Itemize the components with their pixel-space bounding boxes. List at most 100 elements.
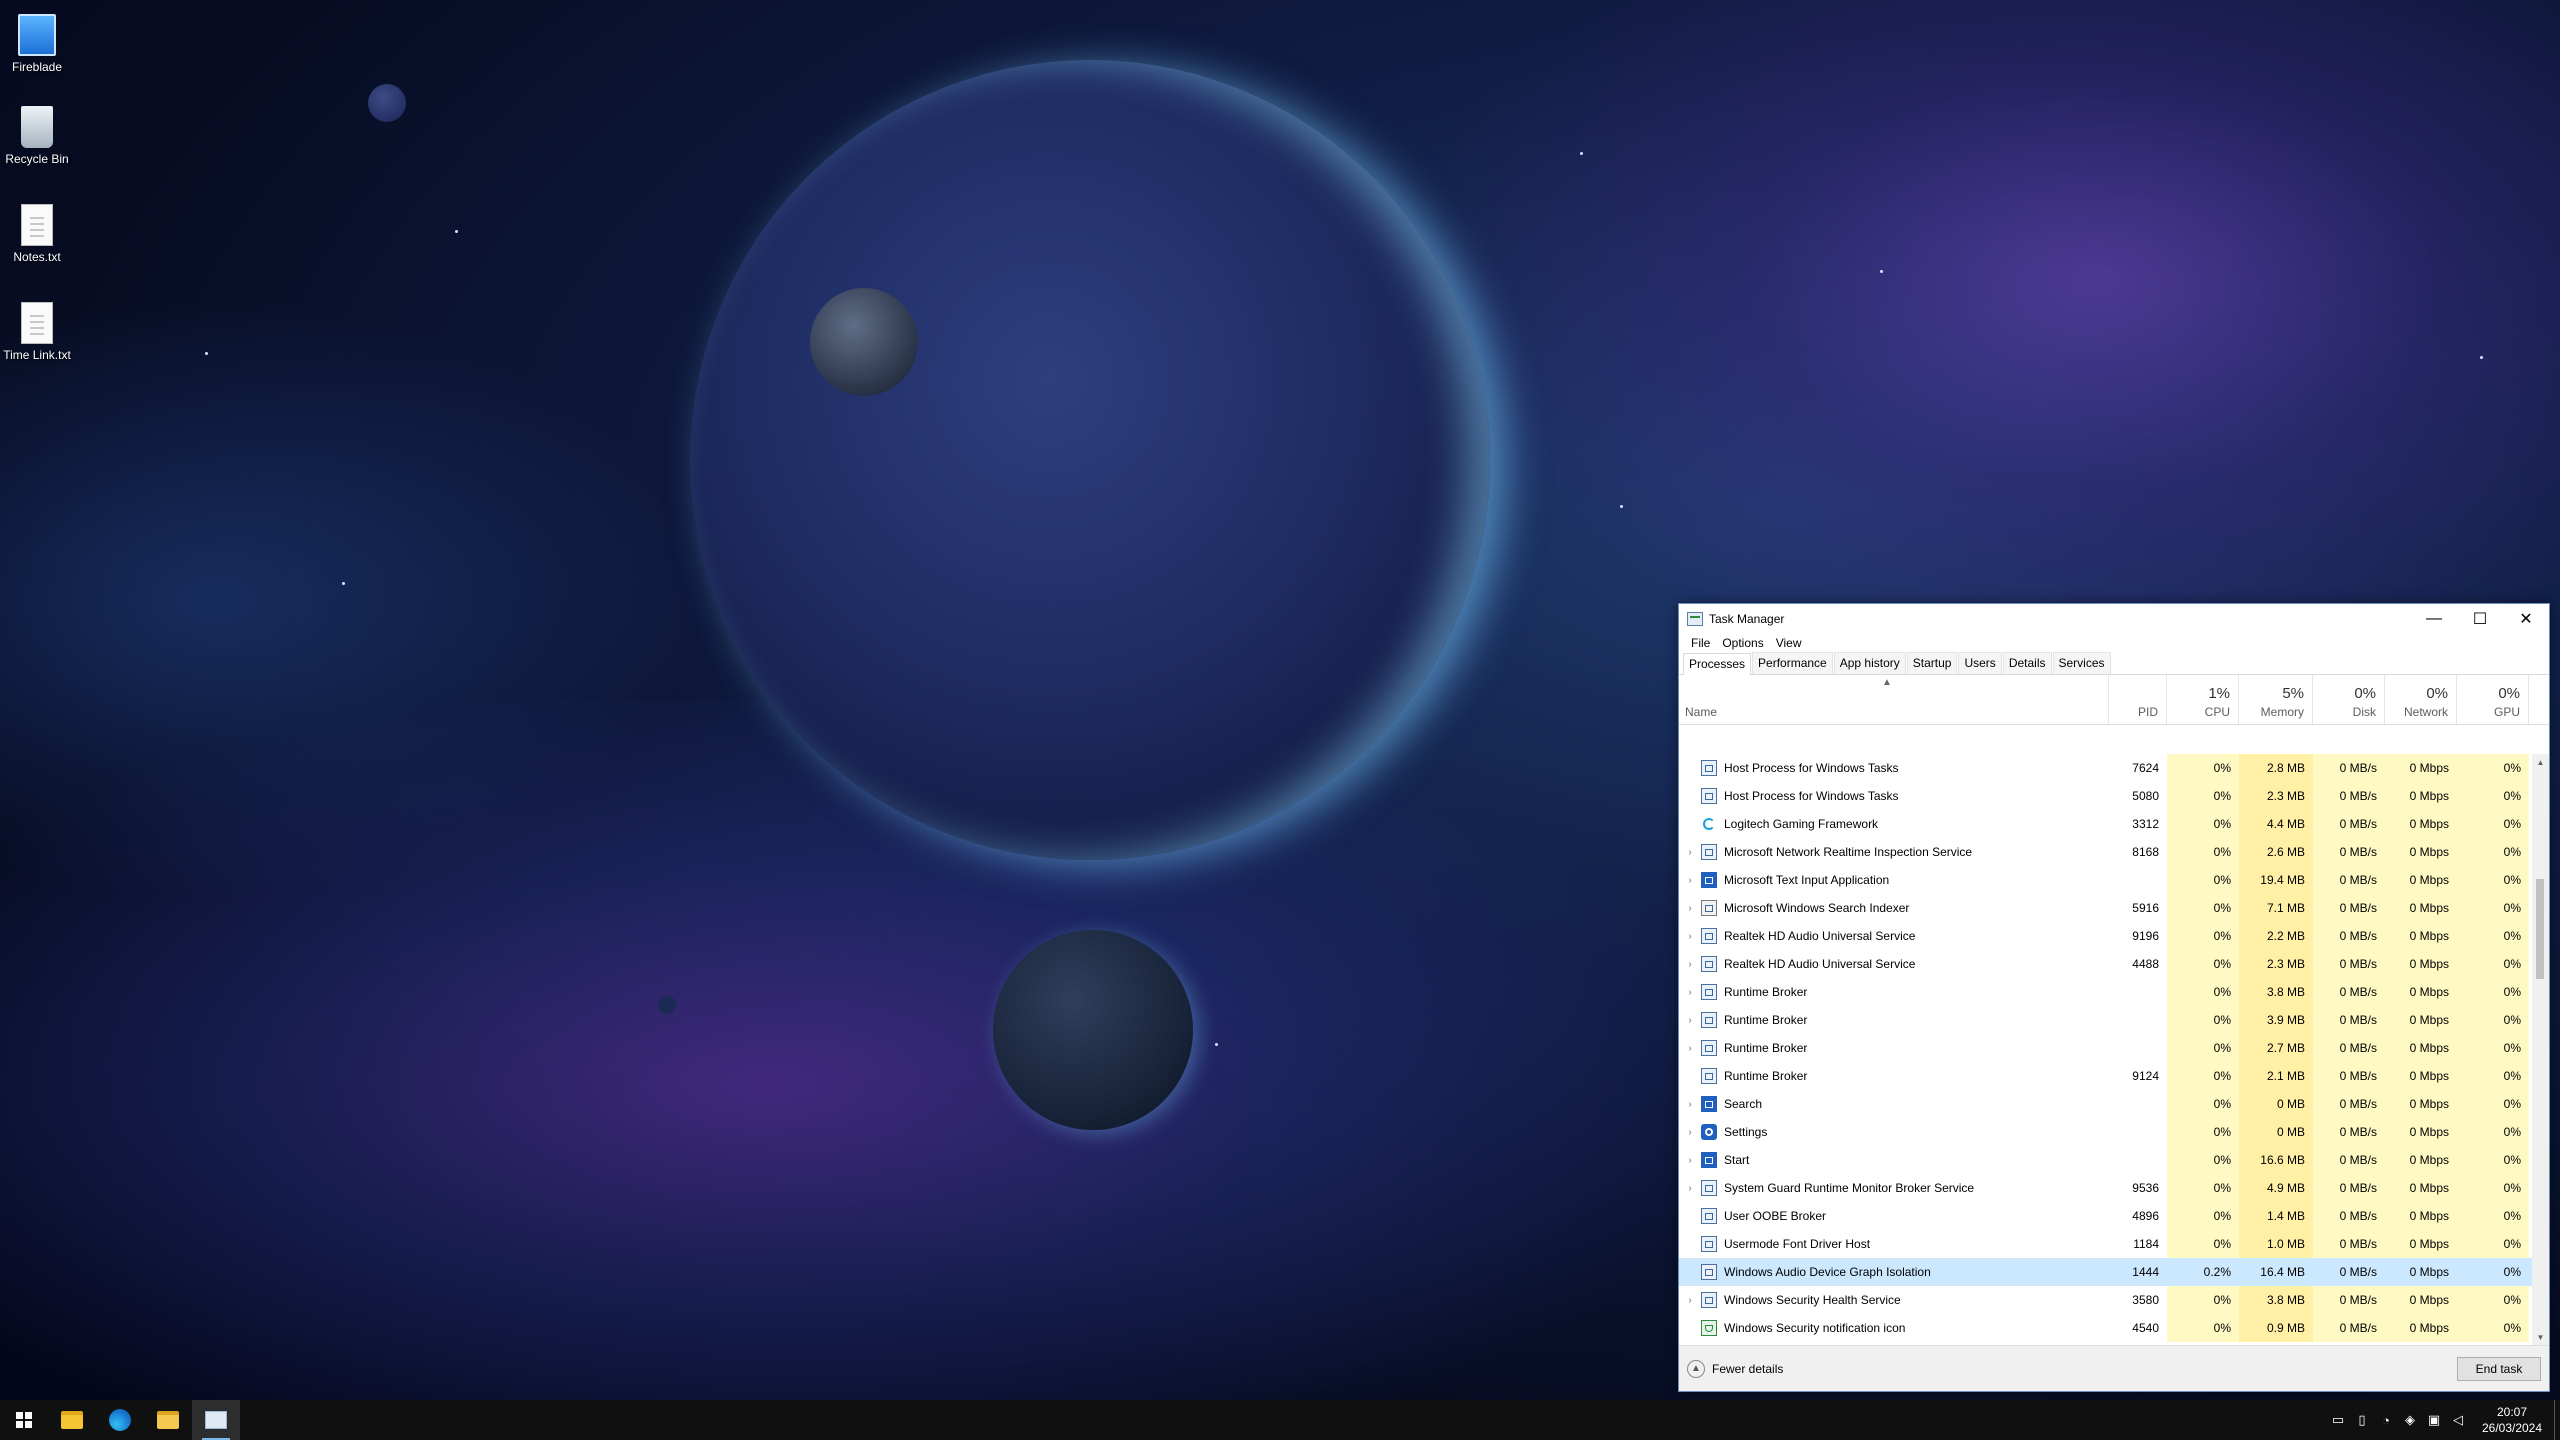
process-name-cell: › Windows Security Health Service <box>1679 1286 2109 1314</box>
desktop-icon-recycle-bin[interactable]: Recycle Bin <box>0 106 74 166</box>
chevron-right-icon[interactable]: › <box>1683 1127 1697 1138</box>
scroll-up-icon[interactable]: ▲ <box>2532 754 2549 771</box>
menu-file[interactable]: File <box>1685 636 1716 650</box>
tab-app-history[interactable]: App history <box>1833 652 1906 674</box>
close-button[interactable]: ✕ <box>2503 604 2549 633</box>
process-network: 0 Mbps <box>2385 1230 2457 1258</box>
chevron-right-icon[interactable]: › <box>1683 847 1697 858</box>
end-task-button[interactable]: End task <box>2457 1357 2541 1381</box>
star <box>1880 270 1883 273</box>
chevron-right-icon[interactable]: › <box>1683 931 1697 942</box>
process-row[interactable]: › System Guard Runtime Monitor Broker Ser… <box>1679 1174 2533 1202</box>
process-row[interactable]: › Microsoft Network Realtime Inspection S… <box>1679 838 2533 866</box>
column-header-name[interactable]: ▲ Name <box>1679 675 2109 724</box>
tab-services[interactable]: Services <box>2052 652 2111 674</box>
process-name-cell: Windows Security notification icon <box>1679 1314 2109 1342</box>
tab-details[interactable]: Details <box>2002 652 2052 674</box>
controller-icon[interactable]: ▭ <box>2326 1412 2350 1428</box>
process-name: Realtek HD Audio Universal Service <box>1724 957 1916 971</box>
chevron-right-icon[interactable]: › <box>1683 959 1697 970</box>
chevron-right-icon[interactable]: › <box>1683 1295 1697 1306</box>
column-header-pid[interactable]: PID <box>2109 675 2167 724</box>
process-row[interactable]: › Realtek HD Audio Universal Service 9196 0… <box>1679 922 2533 950</box>
title-bar[interactable]: Task Manager — ☐ ✕ <box>1679 604 2549 633</box>
volume-icon[interactable]: ◁ <box>2446 1412 2470 1428</box>
maximize-button[interactable]: ☐ <box>2457 604 2503 633</box>
process-row[interactable]: Host Process for Windows Tasks 7624 0% 2.8 … <box>1679 754 2533 782</box>
fewer-details-button[interactable]: ▲ Fewer details <box>1687 1359 1783 1378</box>
process-pid: 9196 <box>2132 929 2159 943</box>
process-row[interactable]: Runtime Broker 9124 0% 2.1 MB 0 MB/s 0 Mbps 0% <box>1679 1062 2533 1090</box>
tab-users[interactable]: Users <box>1958 652 2002 674</box>
process-row[interactable]: › Windows Security Health Service 3580 0% 3.… <box>1679 1286 2533 1314</box>
column-header-network[interactable]: 0% Network <box>2385 675 2457 724</box>
minimize-button[interactable]: — <box>2411 604 2457 633</box>
process-row[interactable]: › Settings 0% 0 MB 0 MB/s 0 Mbps 0% <box>1679 1118 2533 1146</box>
process-cpu: 0% <box>2167 1174 2239 1202</box>
chevron-right-icon[interactable]: › <box>1683 987 1697 998</box>
column-header-cpu[interactable]: 1% CPU <box>2167 675 2239 724</box>
process-name-cell: Windows Audio Device Graph Isolation <box>1679 1258 2109 1286</box>
process-row[interactable]: › Runtime Broker 0% 3.8 MB 0 MB/s 0 Mbps 0% <box>1679 978 2533 1006</box>
task-manager-window: Task Manager — ☐ ✕ File Options View Pro… <box>1678 603 2550 1392</box>
menu-options[interactable]: Options <box>1716 636 1769 650</box>
chevron-right-icon[interactable]: › <box>1683 1183 1697 1194</box>
column-header-disk[interactable]: 0% Disk <box>2313 675 2385 724</box>
process-disk: 0 MB/s <box>2313 950 2385 978</box>
process-name-cell: User OOBE Broker <box>1679 1202 2109 1230</box>
process-row[interactable]: › Microsoft Windows Search Indexer 5916 0% 7… <box>1679 894 2533 922</box>
show-desktop-button[interactable] <box>2554 1400 2560 1440</box>
clock[interactable]: 20:07 26/03/2024 <box>2470 1404 2554 1436</box>
taskbar-file-manager[interactable] <box>48 1400 96 1440</box>
process-row[interactable]: › Runtime Broker 0% 2.7 MB 0 MB/s 0 Mbps 0% <box>1679 1034 2533 1062</box>
tab-performance[interactable]: Performance <box>1752 652 1833 674</box>
start-button[interactable] <box>0 1400 48 1440</box>
taskbar-task-manager[interactable] <box>192 1400 240 1440</box>
column-header-memory[interactable]: 5% Memory <box>2239 675 2313 724</box>
chevron-right-icon[interactable]: › <box>1683 1099 1697 1110</box>
process-list: Host Process for Windows Tasks 7624 0% 2.8 … <box>1679 754 2533 1346</box>
desktop-icon-label: Fireblade <box>11 60 63 74</box>
taskbar-file-explorer[interactable] <box>144 1400 192 1440</box>
menu-view[interactable]: View <box>1770 636 1808 650</box>
desktop-icon-time-link[interactable]: Time Link.txt <box>0 302 74 362</box>
process-network: 0 Mbps <box>2385 1118 2457 1146</box>
desktop-icon-notes[interactable]: Notes.txt <box>0 204 74 264</box>
process-row[interactable]: › Search 0% 0 MB 0 MB/s 0 Mbps 0% <box>1679 1090 2533 1118</box>
column-header-gpu[interactable]: 0% GPU <box>2457 675 2529 724</box>
service-icon <box>1701 1068 1717 1084</box>
process-cpu: 0% <box>2167 1062 2239 1090</box>
process-row[interactable]: Windows Security notification icon 4540 0%… <box>1679 1314 2533 1342</box>
process-gpu: 0% <box>2457 1230 2529 1258</box>
tab-processes[interactable]: Processes <box>1683 653 1752 675</box>
process-row[interactable]: › Runtime Broker 0% 3.9 MB 0 MB/s 0 Mbps 0% <box>1679 1006 2533 1034</box>
desktop-icon-fireblade[interactable]: Fireblade <box>0 8 74 74</box>
scroll-thumb[interactable] <box>2536 879 2544 979</box>
process-row[interactable]: Host Process for Windows Tasks 5080 0% 2.3 … <box>1679 782 2533 810</box>
chevron-right-icon[interactable]: › <box>1683 875 1697 886</box>
process-name-cell: › Runtime Broker <box>1679 978 2109 1006</box>
chevron-right-icon[interactable]: › <box>1683 1015 1697 1026</box>
process-row[interactable]: › Microsoft Text Input Application 0% 19.4 … <box>1679 866 2533 894</box>
notes-icon[interactable]: ▯ <box>2350 1412 2374 1428</box>
chevron-right-icon[interactable]: › <box>1683 903 1697 914</box>
network-share-icon[interactable]: ◈ <box>2398 1412 2422 1428</box>
process-cpu: 0% <box>2167 838 2239 866</box>
process-row[interactable]: User OOBE Broker 4896 0% 1.4 MB 0 MB/s 0 Mbps… <box>1679 1202 2533 1230</box>
taskbar-edge[interactable] <box>96 1400 144 1440</box>
process-row[interactable]: Windows Audio Device Graph Isolation 1444… <box>1679 1258 2533 1286</box>
star <box>205 352 208 355</box>
chevron-right-icon[interactable]: › <box>1683 1043 1697 1054</box>
chevron-right-icon[interactable]: › <box>1683 1155 1697 1166</box>
process-row[interactable]: Logitech Gaming Framework 3312 0% 4.4 MB 0 M… <box>1679 810 2533 838</box>
process-memory: 2.2 MB <box>2239 922 2313 950</box>
process-row[interactable]: › Realtek HD Audio Universal Service 4488 0… <box>1679 950 2533 978</box>
tab-startup[interactable]: Startup <box>1906 652 1958 674</box>
scroll-down-icon[interactable]: ▼ <box>2532 1329 2549 1346</box>
network-icon[interactable]: ▣ <box>2422 1412 2446 1428</box>
process-row[interactable]: › Start 0% 16.6 MB 0 MB/s 0 Mbps 0% <box>1679 1146 2533 1174</box>
process-disk: 0 MB/s <box>2313 1286 2385 1314</box>
process-row[interactable]: Usermode Font Driver Host 1184 0% 1.0 MB 0 M… <box>1679 1230 2533 1258</box>
logitech-icon[interactable]: ◔ <box>2374 1413 2398 1428</box>
vertical-scrollbar[interactable]: ▲ ▼ <box>2532 754 2549 1346</box>
